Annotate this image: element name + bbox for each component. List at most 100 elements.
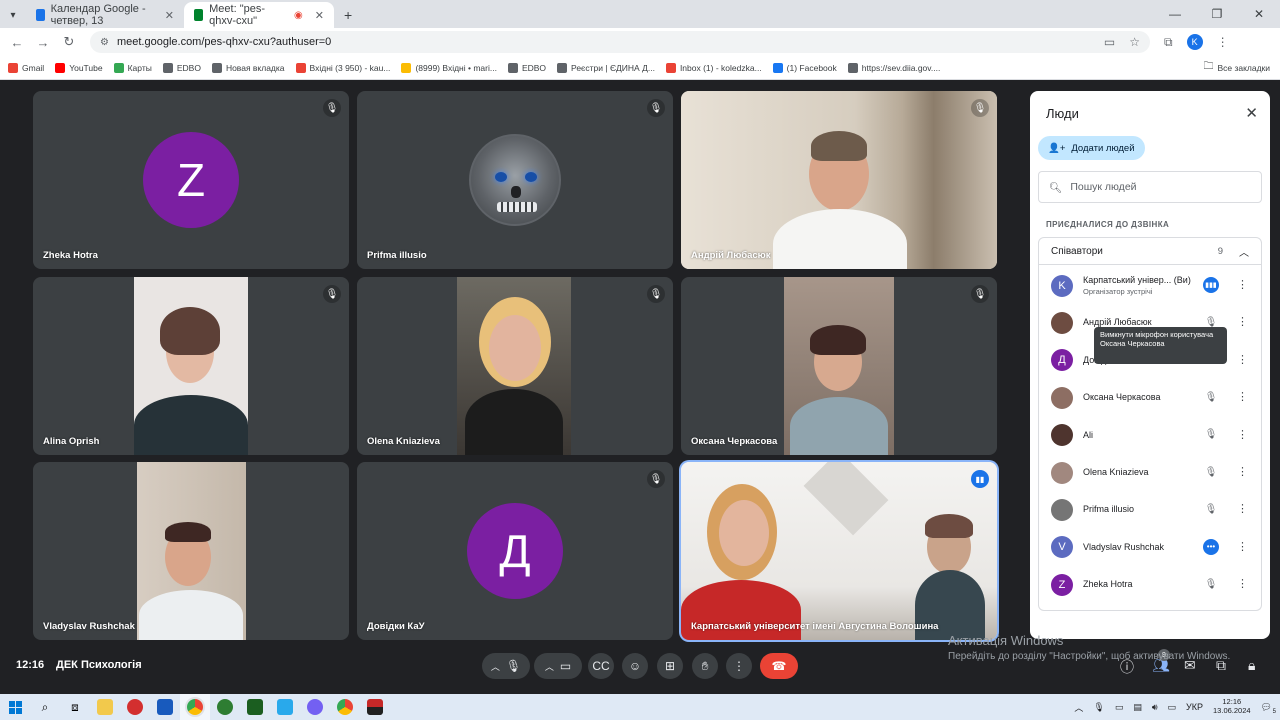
- close-tab-icon[interactable]: ✕: [165, 9, 174, 22]
- more-vertical-icon[interactable]: ⋮: [1237, 315, 1248, 328]
- participant-tile-dovidky-kau[interactable]: Д 🎙︎ Довідки КаУ: [357, 462, 673, 640]
- profile-avatar[interactable]: K: [1186, 34, 1203, 50]
- tab-google-meet[interactable]: Meet: "pes-qhxv-cxu" ◉ ✕: [184, 2, 334, 28]
- opera-icon[interactable]: [120, 694, 150, 720]
- bookmark-item[interactable]: https://sev.diia.gov....: [847, 62, 940, 73]
- more-vertical-icon[interactable]: ⋮: [1237, 428, 1248, 441]
- app-flag-icon[interactable]: [360, 694, 390, 720]
- minimize-icon[interactable]: —: [1154, 0, 1196, 28]
- windows-start-icon[interactable]: [0, 694, 30, 720]
- camera-control[interactable]: ︿ ▭: [534, 653, 582, 679]
- close-tab-icon[interactable]: ✕: [315, 9, 324, 22]
- host-controls-icon[interactable]: 🔒︎: [1248, 657, 1255, 674]
- camera-icon[interactable]: ▭: [560, 659, 571, 673]
- tray-mic-icon[interactable]: 🎙︎: [1093, 702, 1104, 713]
- telegram-icon[interactable]: [270, 694, 300, 720]
- browser-menu-icon[interactable]: ⋮: [1217, 35, 1229, 49]
- add-people-button[interactable]: 👤+ Додати людей: [1038, 136, 1145, 160]
- search-icon[interactable]: ⌕: [30, 694, 60, 720]
- tray-camera-icon[interactable]: ▭: [1115, 702, 1124, 713]
- participant-tile-andrii-liubasiuk[interactable]: 🎙︎ Андрій Любасюк: [681, 91, 997, 269]
- participant-row[interactable]: Prifma illusio 🎙︎ ⋮: [1039, 491, 1263, 528]
- bookmark-star-icon[interactable]: ☆: [1129, 35, 1140, 49]
- close-panel-icon[interactable]: ✕: [1245, 104, 1258, 122]
- participant-row[interactable]: K Карпатський універ... (Ви) Організатор з…: [1039, 267, 1263, 304]
- collaborators-group-header[interactable]: Співавтори 9 ︿: [1038, 237, 1262, 265]
- forward-icon[interactable]: →: [30, 35, 56, 50]
- participant-tile-oksana-cherkasova[interactable]: 🎙︎ Оксана Черкасова: [681, 277, 997, 455]
- tab-google-calendar[interactable]: Календар Google - четвер, 13 ✕: [26, 2, 184, 28]
- close-window-icon[interactable]: ✕: [1238, 0, 1280, 28]
- microphone-icon[interactable]: 🎙︎: [506, 659, 521, 673]
- restore-icon[interactable]: ❐: [1196, 0, 1238, 28]
- app-green-icon[interactable]: [210, 694, 240, 720]
- bookmark-item[interactable]: Gmail: [8, 62, 44, 73]
- language-indicator[interactable]: УКР: [1186, 702, 1203, 712]
- more-vertical-icon[interactable]: ⋮: [1237, 353, 1248, 366]
- participant-tile-prifma-illusio[interactable]: 🎙︎ Prifma illusio: [357, 91, 673, 269]
- bookmark-item[interactable]: EDBO: [162, 62, 201, 73]
- chevron-up-icon[interactable]: ︿: [491, 660, 500, 673]
- reactions-button[interactable]: ☺: [622, 653, 648, 679]
- mic-off-icon[interactable]: 🎙︎: [1203, 576, 1219, 592]
- chrome-second-icon[interactable]: [330, 694, 360, 720]
- bookmark-item[interactable]: Inbox (1) - koledzka...: [665, 62, 762, 73]
- camera-in-use-icon[interactable]: ▭: [1104, 35, 1115, 49]
- participant-row[interactable]: Z Zheka Hotra 🎙︎ ⋮: [1039, 566, 1263, 603]
- reload-icon[interactable]: ↻: [56, 34, 82, 50]
- battery-icon[interactable]: ▭: [1168, 702, 1177, 713]
- more-vertical-icon[interactable]: ⋮: [1237, 390, 1248, 403]
- participant-tile-olena-kniazieva[interactable]: 🎙︎ Olena Kniazieva: [357, 277, 673, 455]
- microphone-control[interactable]: ︿ 🎙︎: [482, 653, 530, 679]
- file-explorer-icon[interactable]: [90, 694, 120, 720]
- site-info-icon[interactable]: ⚙: [100, 37, 109, 48]
- search-people-input[interactable]: 🔍︎ Пошук людей: [1038, 171, 1262, 203]
- mic-off-icon[interactable]: 🎙︎: [1203, 464, 1219, 480]
- more-vertical-icon[interactable]: ⋮: [1237, 577, 1248, 590]
- bookmark-item[interactable]: (8999) Вхідні • mari...: [401, 62, 497, 73]
- participant-row[interactable]: Оксана Черкасова 🎙︎ ⋮: [1039, 379, 1263, 416]
- mic-off-icon[interactable]: 🎙︎: [1203, 389, 1219, 405]
- bookmark-item[interactable]: (1) Facebook: [772, 62, 837, 73]
- bookmark-item[interactable]: YouTube: [55, 62, 103, 73]
- leave-call-button[interactable]: ☎: [760, 653, 798, 679]
- participant-tile-zheka-hotra[interactable]: Z 🎙︎ Zheka Hotra: [33, 91, 349, 269]
- more-vertical-icon[interactable]: ⋮: [1237, 278, 1248, 291]
- chrome-icon[interactable]: [180, 694, 210, 720]
- more-options-button[interactable]: ⋮: [726, 653, 752, 679]
- participant-row[interactable]: V Vladyslav Rushchak ••• ⋮: [1039, 529, 1263, 566]
- network-icon[interactable]: ▤: [1133, 702, 1142, 713]
- viber-icon[interactable]: [300, 694, 330, 720]
- bookmark-item[interactable]: EDBO: [507, 62, 546, 73]
- bookmark-item[interactable]: Новая вкладка: [211, 62, 285, 73]
- participant-tile-karpatskyi-university[interactable]: ▮▮ Карпатський університет імені Августи…: [681, 462, 997, 640]
- word-icon[interactable]: [150, 694, 180, 720]
- mic-off-icon[interactable]: 🎙︎: [1203, 501, 1219, 517]
- participant-tile-alina-oprish[interactable]: 🎙︎ Alina Oprish: [33, 277, 349, 455]
- tab-search-icon[interactable]: ▾: [0, 2, 26, 28]
- chevron-up-icon[interactable]: ︿: [545, 660, 554, 673]
- tray-chevron-icon[interactable]: ︿: [1074, 701, 1083, 714]
- extensions-icon[interactable]: ⧉: [1164, 35, 1173, 50]
- mic-off-icon[interactable]: 🎙︎: [1203, 427, 1219, 443]
- bookmark-item[interactable]: Реєстри | ЄДИНА Д...: [557, 62, 655, 73]
- all-bookmarks-button[interactable]: 🗀 Все закладки: [1203, 59, 1270, 76]
- bookmark-item[interactable]: Вхідні (3 950) - kau...: [295, 62, 390, 73]
- more-vertical-icon[interactable]: ⋮: [1237, 540, 1248, 553]
- participant-row[interactable]: Ali 🎙︎ ⋮: [1039, 417, 1263, 454]
- volume-icon[interactable]: 🔊︎: [1152, 702, 1158, 713]
- mic-active-icon[interactable]: •••: [1203, 538, 1219, 555]
- new-tab-button[interactable]: +: [334, 2, 360, 28]
- app-green-square-icon[interactable]: [240, 694, 270, 720]
- more-vertical-icon[interactable]: ⋮: [1237, 465, 1248, 478]
- participant-tile-vladyslav-rushchak[interactable]: Vladyslav Rushchak: [33, 462, 349, 640]
- notifications-icon[interactable]: 💬︎ 5: [1261, 702, 1276, 715]
- more-vertical-icon[interactable]: ⋮: [1237, 502, 1248, 515]
- bookmark-item[interactable]: Карты: [113, 62, 152, 73]
- back-icon[interactable]: ←: [4, 35, 30, 50]
- present-button[interactable]: ⊞: [657, 653, 683, 679]
- captions-button[interactable]: CC: [588, 653, 614, 679]
- system-clock[interactable]: 12:16 13.06.2024: [1213, 698, 1251, 715]
- raise-hand-button[interactable]: ✋︎: [692, 653, 718, 679]
- participant-row[interactable]: Olena Kniazieva 🎙︎ ⋮: [1039, 454, 1263, 491]
